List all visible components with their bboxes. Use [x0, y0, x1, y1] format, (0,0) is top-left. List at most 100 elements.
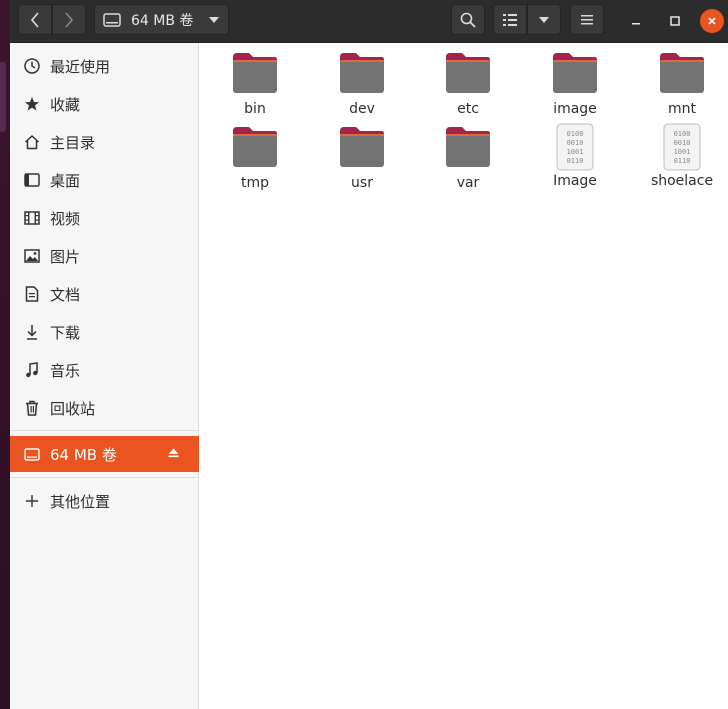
folder-icon: [446, 53, 490, 93]
sidebar-item-label: 最近使用: [50, 57, 111, 76]
trash-icon: [22, 398, 42, 418]
star-icon: [22, 94, 42, 114]
file-name: image: [553, 101, 597, 117]
chevron-left-icon: [30, 11, 39, 28]
chevron-right-icon: [65, 11, 74, 28]
download-icon: [22, 322, 42, 342]
sidebar-item-label: 主目录: [50, 133, 96, 152]
file-name: dev: [349, 101, 375, 117]
file-item[interactable]: var: [423, 125, 513, 197]
file-item[interactable]: image: [530, 51, 620, 123]
file-name: bin: [244, 101, 266, 117]
folder-icon: [233, 127, 277, 167]
folder-icon: [340, 127, 384, 167]
file-name: shoelace: [650, 173, 714, 189]
file-item[interactable]: etc: [423, 51, 513, 123]
maximize-icon: [670, 16, 680, 26]
location-label: 64 MB 卷: [131, 12, 194, 29]
binary-file-icon: 0100001010010110: [556, 123, 594, 171]
sidebar-item-documents[interactable]: 文档: [10, 276, 199, 312]
sidebar-item-desktop[interactable]: 桌面: [10, 162, 199, 198]
file-name: Image: [553, 173, 597, 189]
search-icon: [460, 12, 476, 28]
picture-icon: [22, 246, 42, 266]
forward-button[interactable]: [52, 4, 86, 35]
file-item[interactable]: dev: [317, 51, 407, 123]
clock-icon: [22, 56, 42, 76]
eject-icon[interactable]: [168, 447, 179, 461]
file-item[interactable]: 0100 0010 1001 0110 shoelace: [637, 123, 727, 195]
sidebar: 最近使用 收藏 主目录 桌面 视频 图片 文档 下载 音乐 回收站 64 MB …: [10, 43, 199, 709]
sidebar-item-starred[interactable]: 收藏: [10, 86, 199, 122]
folder-icon: [340, 53, 384, 93]
desktop-icon: [22, 170, 42, 190]
file-item[interactable]: tmp: [210, 125, 300, 197]
svg-text:0110: 0110: [674, 157, 691, 165]
binary-file-icon: 0100001010010110: [663, 123, 701, 171]
dock-indicator: [0, 62, 6, 132]
video-icon: [22, 208, 42, 228]
caret-down-icon: [209, 16, 219, 23]
file-item[interactable]: 0100 0010 1001 0110 Image: [530, 123, 620, 195]
file-view: bin dev etc image mnt tmp usr var 0100 00…: [200, 43, 728, 709]
sidebar-item-label: 其他位置: [50, 492, 111, 511]
list-icon: [503, 13, 517, 26]
document-icon: [22, 284, 42, 304]
file-name: mnt: [668, 101, 696, 117]
file-item[interactable]: usr: [317, 125, 407, 197]
file-item[interactable]: bin: [210, 51, 300, 123]
sidebar-item-music[interactable]: 音乐: [10, 352, 199, 388]
sidebar-item-pictures[interactable]: 图片: [10, 238, 199, 274]
svg-text:0100: 0100: [567, 130, 584, 138]
sidebar-divider: [10, 430, 199, 431]
home-icon: [22, 132, 42, 152]
sidebar-item-label: 64 MB 卷: [50, 445, 117, 464]
minimize-icon: [632, 23, 640, 25]
sidebar-item-label: 回收站: [50, 399, 96, 418]
file-name: var: [456, 175, 480, 191]
sidebar-item-label: 文档: [50, 285, 81, 304]
sidebar-item-other-locations[interactable]: 其他位置: [10, 483, 199, 519]
file-name: tmp: [240, 175, 269, 191]
folder-icon: [553, 53, 597, 93]
svg-text:0100: 0100: [674, 130, 691, 138]
close-button[interactable]: [700, 9, 724, 33]
sidebar-item-64mb-volume[interactable]: 64 MB 卷: [10, 436, 199, 472]
list-view-button[interactable]: [493, 4, 527, 35]
desktop-background-strip: [0, 0, 10, 709]
file-item[interactable]: mnt: [637, 51, 727, 123]
sidebar-divider: [10, 477, 199, 478]
folder-icon: [233, 53, 277, 93]
plus-icon: [22, 491, 42, 511]
sidebar-item-trash[interactable]: 回收站: [10, 390, 199, 426]
folder-icon: [446, 127, 490, 167]
svg-text:0010: 0010: [567, 139, 584, 147]
location-button[interactable]: 64 MB 卷: [94, 4, 229, 35]
hamburger-icon: [581, 14, 593, 24]
sidebar-item-downloads[interactable]: 下载: [10, 314, 199, 350]
sidebar-item-label: 图片: [50, 247, 81, 266]
sidebar-item-videos[interactable]: 视频: [10, 200, 199, 236]
close-icon: [708, 17, 716, 25]
sidebar-item-recent[interactable]: 最近使用: [10, 48, 199, 84]
caret-down-icon: [539, 16, 549, 23]
sidebar-item-label: 下载: [50, 323, 81, 342]
svg-text:1001: 1001: [567, 148, 584, 156]
search-button[interactable]: [451, 4, 485, 35]
sidebar-item-label: 视频: [50, 209, 81, 228]
minimize-button[interactable]: [624, 9, 648, 33]
header-bar: 64 MB 卷: [10, 0, 728, 43]
view-options-button[interactable]: [527, 4, 561, 35]
folder-icon: [660, 53, 704, 93]
maximize-button[interactable]: [663, 9, 687, 33]
svg-text:0010: 0010: [674, 139, 691, 147]
main-menu-button[interactable]: [570, 4, 604, 35]
sidebar-item-label: 音乐: [50, 361, 81, 380]
svg-text:1001: 1001: [674, 148, 691, 156]
drive-icon: [103, 12, 121, 27]
sidebar-item-home[interactable]: 主目录: [10, 124, 199, 160]
music-icon: [22, 360, 42, 380]
back-button[interactable]: [18, 4, 52, 35]
drive-icon: [22, 444, 42, 464]
file-name: etc: [457, 101, 479, 117]
